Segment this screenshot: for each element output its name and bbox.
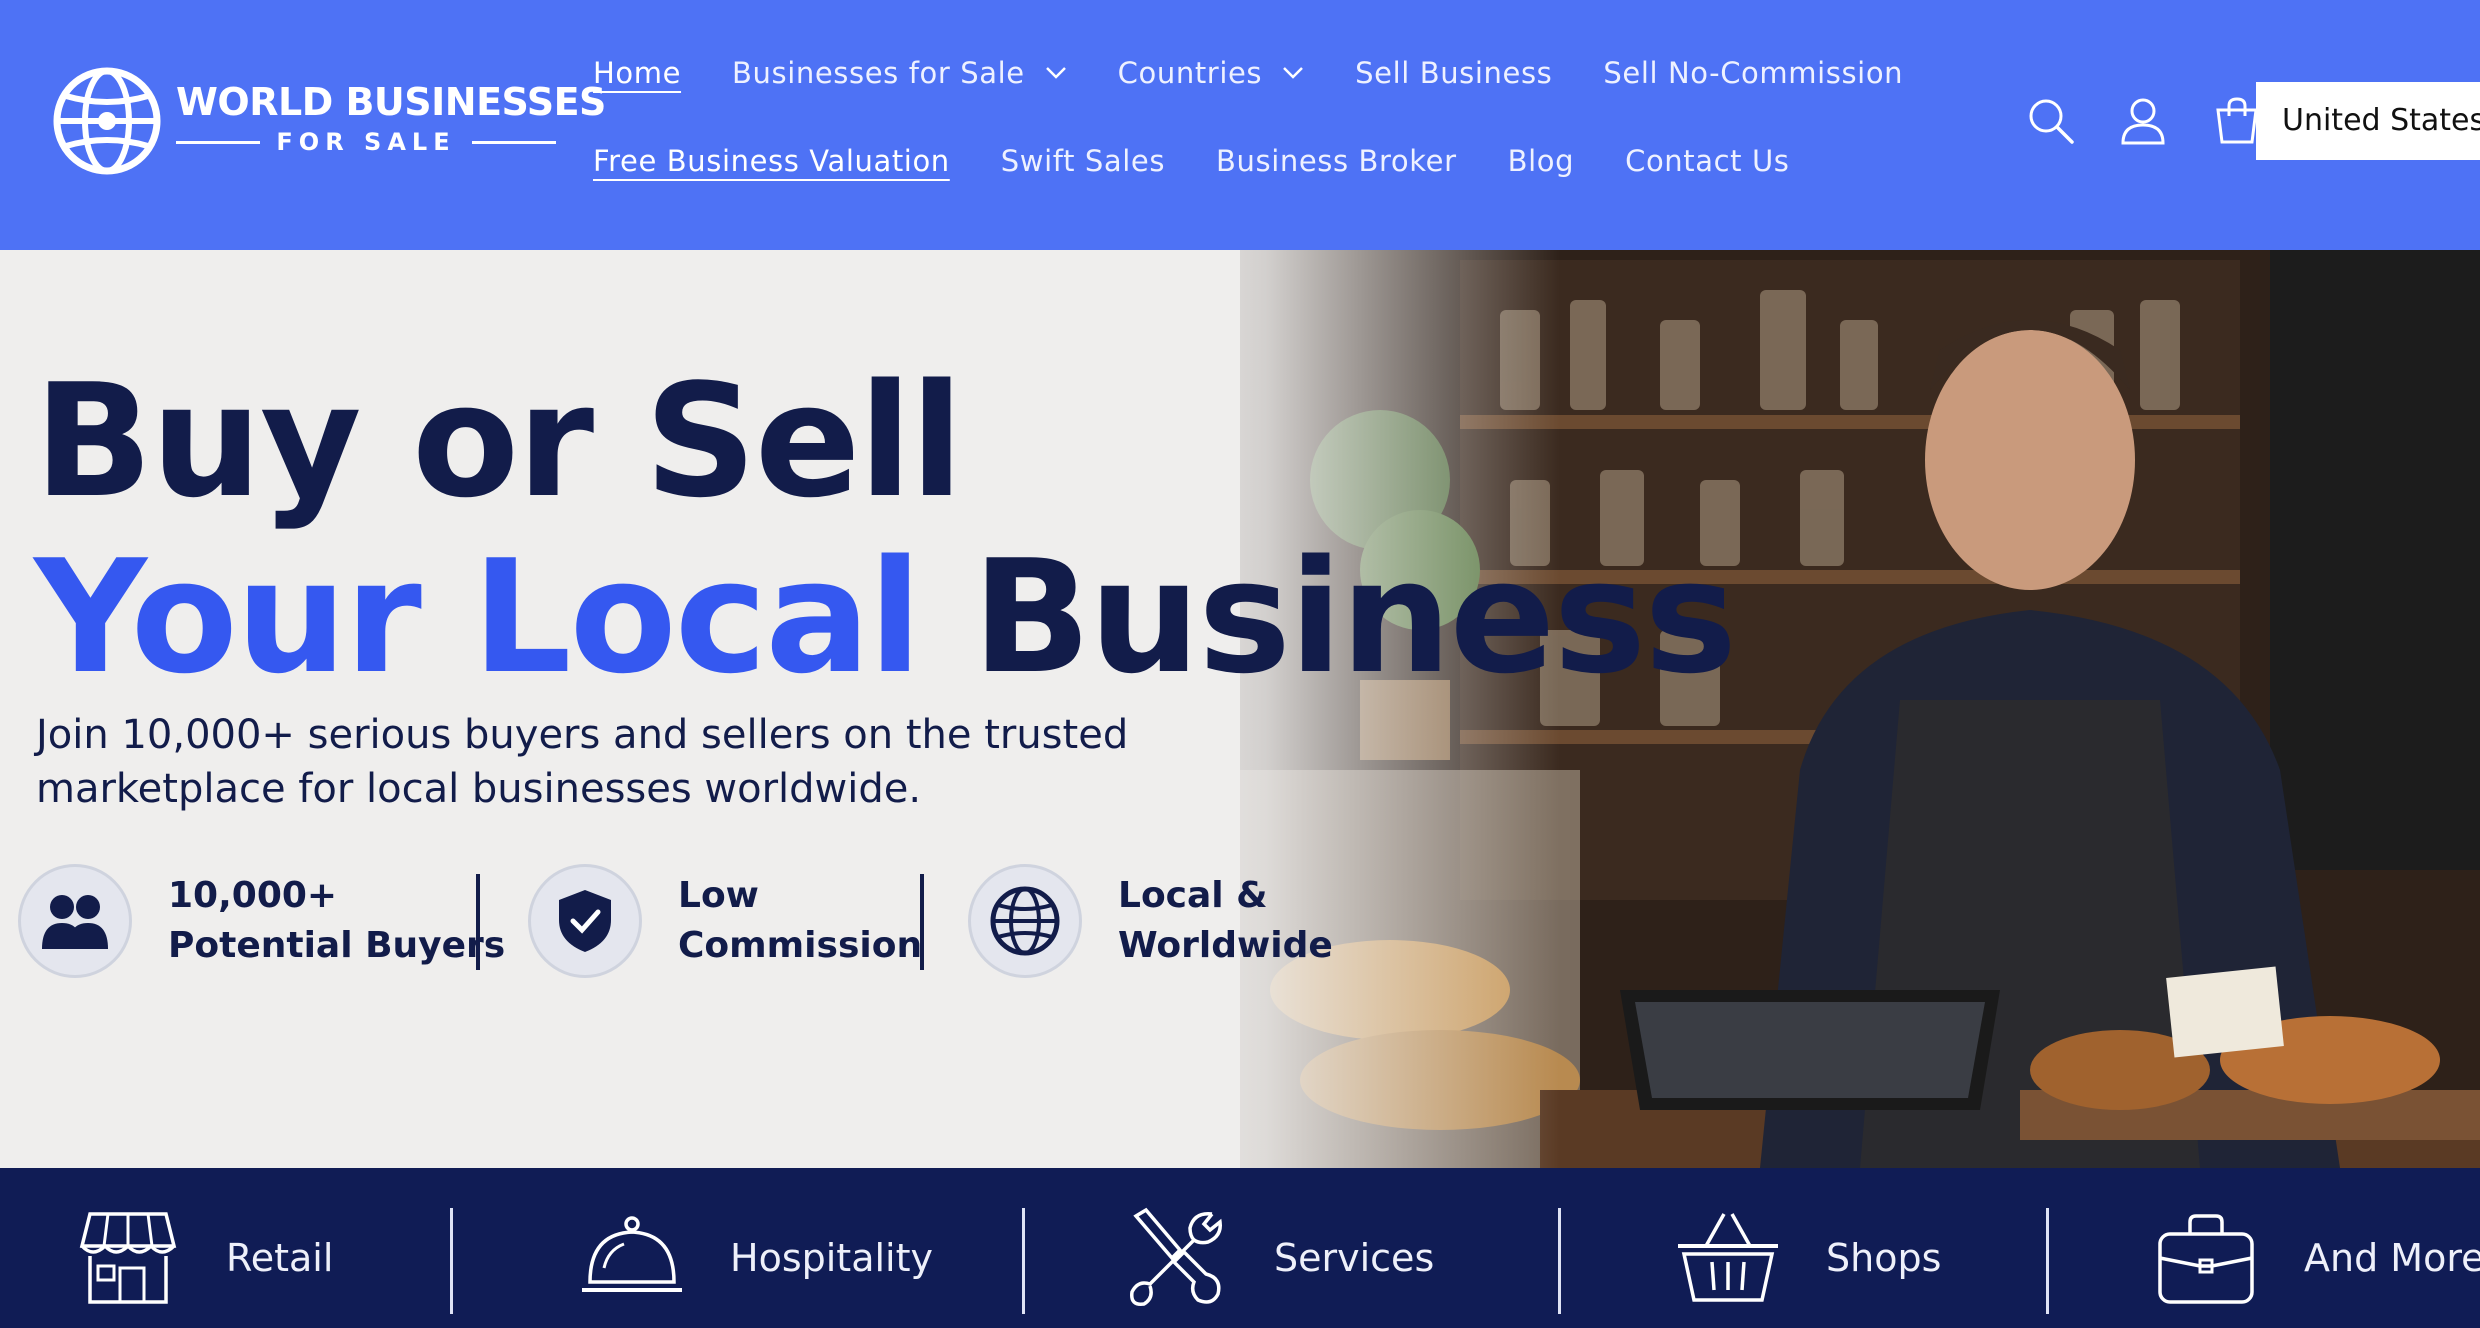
main-nav-row-1: Home Businesses for Sale Countries Sell …	[593, 56, 1954, 90]
category-retail[interactable]: Retail	[76, 1208, 333, 1308]
nav-sell-business[interactable]: Sell Business	[1355, 56, 1552, 90]
category-divider	[1558, 1208, 1561, 1314]
site-header: WORLD BUSINESSES FOR SALE Home Businesse…	[0, 0, 2480, 250]
feature-divider	[920, 874, 924, 970]
nav-business-broker[interactable]: Business Broker	[1216, 144, 1457, 178]
category-divider	[1022, 1208, 1025, 1314]
cloche-icon	[582, 1216, 682, 1292]
nav-swift-sales[interactable]: Swift Sales	[1001, 144, 1165, 178]
nav-free-business-valuation[interactable]: Free Business Valuation	[593, 144, 950, 178]
storefront-icon	[79, 1212, 177, 1304]
hero-banner: Buy or Sell Your Local Business Join 10,…	[0, 250, 2480, 1168]
category-divider	[450, 1208, 453, 1314]
chevron-down-icon	[1045, 67, 1066, 79]
country-selector[interactable]: United States	[2256, 82, 2480, 160]
account-icon[interactable]	[2118, 96, 2168, 146]
feature-local-worldwide: Local & Worldwide	[968, 864, 1333, 978]
category-shops[interactable]: Shops	[1676, 1208, 1941, 1308]
globe-icon	[990, 886, 1060, 956]
cart-icon[interactable]	[2212, 96, 2262, 146]
category-bar: Retail Hospitality Services Shops And Mo…	[0, 1168, 2480, 1328]
feature-divider	[476, 874, 480, 970]
hero-photo-fade	[1140, 250, 1560, 1168]
nav-businesses-for-sale[interactable]: Businesses for Sale	[732, 56, 1067, 90]
hero-headline-line-1: Buy or Sell	[34, 350, 963, 532]
logo-title: WORLD BUSINESSES	[176, 80, 606, 124]
hero-subheadline: Join 10,000+ serious buyers and sellers …	[36, 712, 1129, 812]
nav-contact-us[interactable]: Contact Us	[1625, 144, 1789, 178]
nav-home[interactable]: Home	[593, 56, 681, 90]
nav-blog[interactable]: Blog	[1508, 144, 1575, 178]
briefcase-icon	[2158, 1214, 2254, 1304]
globe-icon	[53, 67, 161, 175]
site-logo[interactable]: WORLD BUSINESSES FOR SALE	[52, 66, 606, 178]
feature-low-commission: Low Commission	[528, 864, 922, 978]
search-icon[interactable]	[2026, 96, 2076, 146]
shield-check-icon	[559, 890, 611, 952]
nav-countries[interactable]: Countries	[1118, 56, 1304, 90]
nav-sell-no-commission[interactable]: Sell No-Commission	[1603, 56, 1903, 90]
category-services[interactable]: Services	[1124, 1207, 1434, 1308]
feature-potential-buyers: 10,000+ Potential Buyers	[18, 864, 505, 978]
logo-subtitle: FOR SALE	[176, 128, 556, 156]
main-nav-row-2: Free Business Valuation Swift Sales Busi…	[593, 144, 1841, 178]
hero-headline-line-2: Your Local Business	[34, 526, 1737, 708]
users-icon	[42, 895, 108, 949]
tools-icon	[1130, 1207, 1222, 1306]
category-divider	[2046, 1208, 2049, 1314]
category-hospitality[interactable]: Hospitality	[580, 1208, 933, 1308]
chevron-down-icon	[1283, 67, 1304, 79]
category-and-more[interactable]: And More	[2154, 1208, 2480, 1308]
basket-icon	[1678, 1213, 1778, 1302]
